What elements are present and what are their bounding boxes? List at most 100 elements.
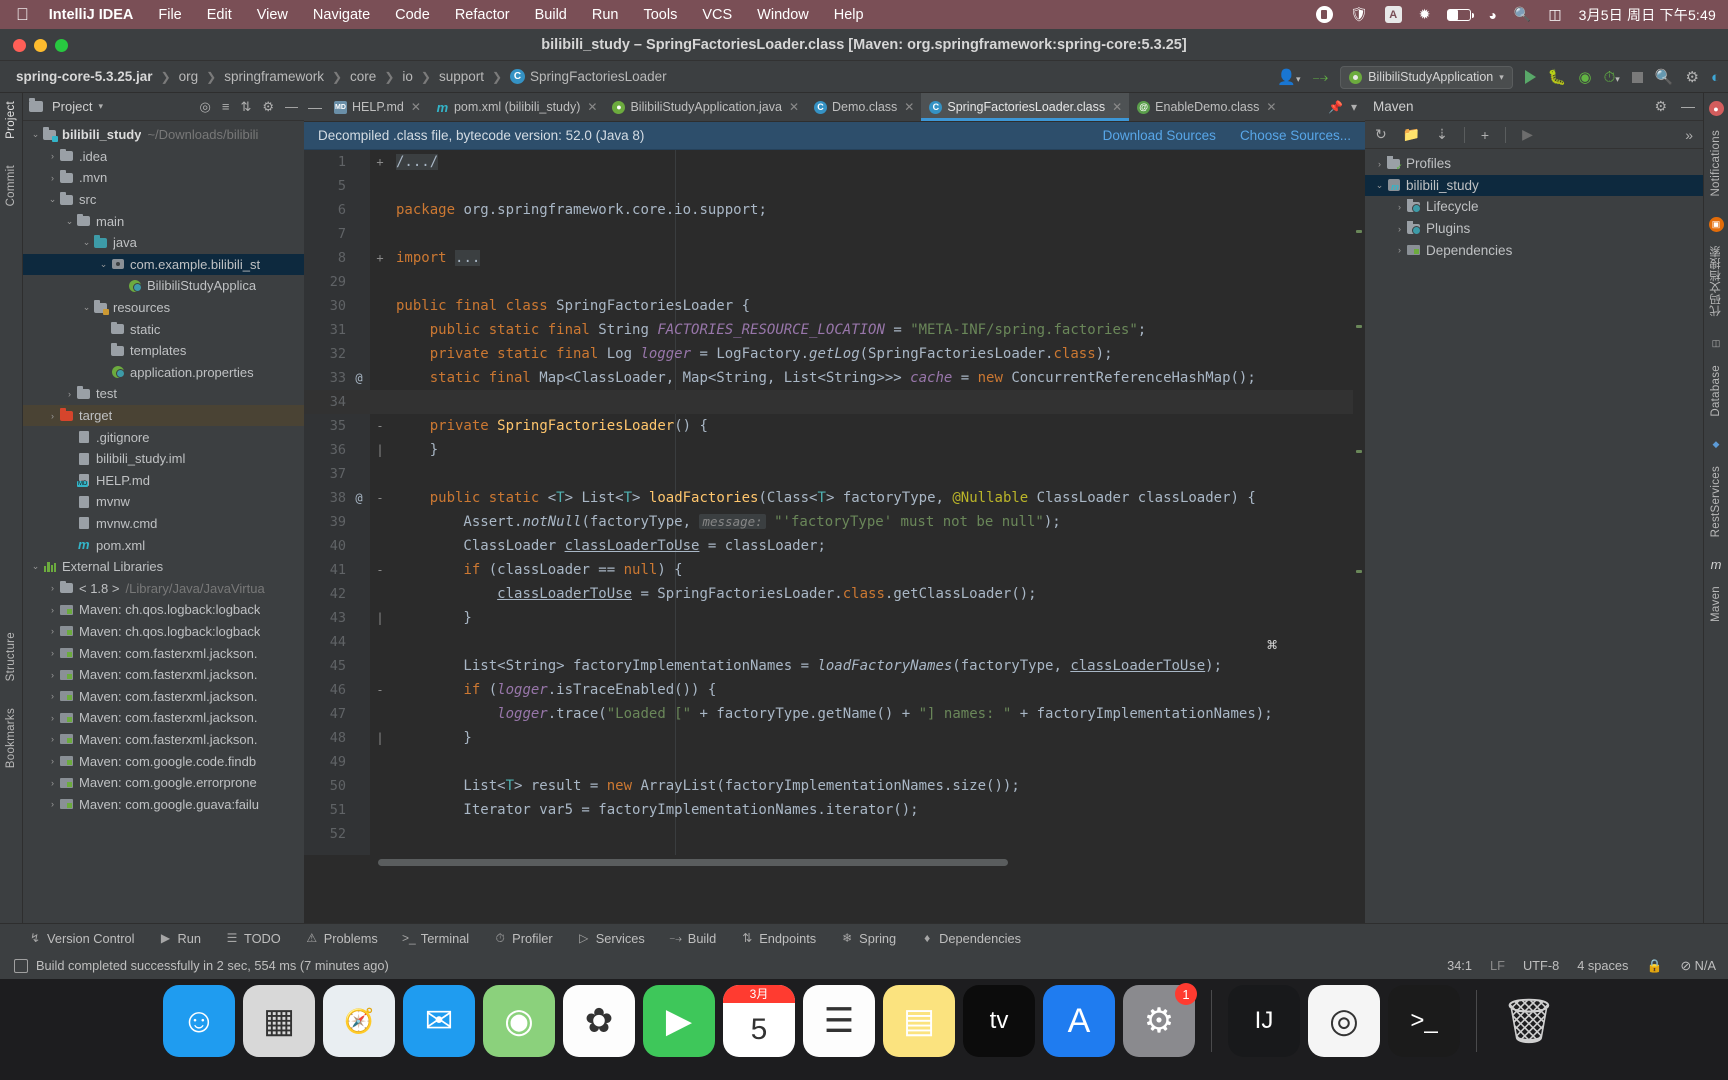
macos-clock[interactable]: 3月5日 周日 下午5:49: [1579, 5, 1716, 25]
gutter-annotation-icon[interactable]: [348, 774, 370, 798]
expand-arrow-icon[interactable]: ›: [46, 151, 59, 161]
dock-appletv-icon[interactable]: tv: [963, 985, 1035, 1057]
project-tree-item[interactable]: › Maven: ch.qos.logback:logback: [23, 621, 304, 643]
minimize-window-button[interactable]: [34, 38, 47, 52]
dock-photos-icon[interactable]: ✿: [563, 985, 635, 1057]
project-tree-item[interactable]: mvnw.cmd: [23, 513, 304, 535]
bottom-tool-run[interactable]: ▶ Run: [159, 931, 201, 946]
gutter-annotation-icon[interactable]: [348, 678, 370, 702]
code-fold-icon[interactable]: +: [370, 246, 390, 270]
gutter-annotation-icon[interactable]: [348, 342, 370, 366]
project-tree-item[interactable]: .gitignore: [23, 426, 304, 448]
profiler-icon[interactable]: ⏱▾: [1604, 69, 1620, 86]
gutter-annotation-icon[interactable]: [348, 606, 370, 630]
run-icon[interactable]: [1524, 70, 1536, 84]
code-fold-icon[interactable]: |: [370, 726, 390, 750]
settings-icon[interactable]: ⚙: [262, 99, 274, 115]
shield-icon[interactable]: 🛡: [1350, 6, 1368, 23]
gutter-annotation-icon[interactable]: [348, 390, 370, 414]
code-line[interactable]: 1 + /.../: [304, 150, 1365, 174]
code-fold-icon[interactable]: [370, 222, 390, 246]
bottom-tool-dependencies[interactable]: ♦ Dependencies: [920, 931, 1021, 946]
code-line[interactable]: 30 public final class SpringFactoriesLoad…: [304, 294, 1365, 318]
user-profile-icon[interactable]: 👤▾: [1277, 68, 1300, 86]
code-line[interactable]: 34: [304, 390, 1365, 414]
code-fold-icon[interactable]: -: [370, 414, 390, 438]
pin-icon[interactable]: 📌: [1328, 100, 1343, 114]
dock-trash-icon[interactable]: 🗑: [1493, 985, 1565, 1057]
run-configuration-selector[interactable]: BilibiliStudyApplication ▾: [1340, 65, 1513, 89]
sidebar-item-code-docs[interactable]: 代码文档搜索: [1708, 246, 1724, 317]
maven-tree-item[interactable]: › Lifecycle: [1365, 196, 1703, 218]
dock-mail-icon[interactable]: ✉: [403, 985, 475, 1057]
code-fold-icon[interactable]: [370, 630, 390, 654]
code-fold-icon[interactable]: [370, 462, 390, 486]
close-icon[interactable]: ✕: [587, 100, 597, 114]
code-fold-icon[interactable]: [370, 774, 390, 798]
gutter-annotation-icon[interactable]: [348, 318, 370, 342]
project-tree-item[interactable]: ⌄ bilibili_study ~/Downloads/bilibili: [23, 124, 304, 146]
expand-arrow-icon[interactable]: ›: [46, 626, 59, 636]
gutter-annotation-icon[interactable]: [348, 582, 370, 606]
editor-tab[interactable]: m pom.xml (bilibili_study) ✕: [428, 93, 605, 121]
encoding[interactable]: UTF-8: [1523, 958, 1559, 973]
horizontal-scrollbar[interactable]: [304, 855, 1365, 869]
gutter-annotation-icon[interactable]: [348, 798, 370, 822]
code-line[interactable]: 36 | }: [304, 438, 1365, 462]
close-icon[interactable]: ✕: [1266, 100, 1276, 114]
breadcrumb-item-0[interactable]: spring-core-5.3.25.jar: [16, 69, 153, 84]
expand-arrow-icon[interactable]: ⌄: [80, 237, 93, 248]
menu-window[interactable]: Window: [757, 7, 809, 23]
bluetooth-icon[interactable]: ✹: [1419, 6, 1431, 23]
code-line[interactable]: 41 - if (classLoader == null) {: [304, 558, 1365, 582]
project-tree-item[interactable]: MD HELP.md: [23, 470, 304, 492]
code-line[interactable]: 51 Iterator var5 = factoryImplementation…: [304, 798, 1365, 822]
code-fold-icon[interactable]: [370, 270, 390, 294]
expand-arrow-icon[interactable]: ›: [46, 713, 59, 723]
expand-arrow-icon[interactable]: ⌄: [63, 216, 76, 227]
maven-project-tree[interactable]: ›✓Profiles⌄bilibili_study›Lifecycle›Plug…: [1365, 149, 1703, 261]
bottom-tool-profiler[interactable]: ⏱ Profiler: [493, 931, 552, 946]
menu-edit[interactable]: Edit: [207, 7, 232, 23]
code-fold-icon[interactable]: [370, 342, 390, 366]
notifications-badge-icon[interactable]: ●: [1708, 101, 1724, 116]
expand-arrow-icon[interactable]: ›: [63, 389, 76, 399]
dock-settings-icon[interactable]: ⚙ 1: [1123, 983, 1197, 1057]
code-fold-icon[interactable]: [370, 534, 390, 558]
debug-icon[interactable]: 🐛: [1548, 68, 1567, 86]
code-line[interactable]: 40 ClassLoader classLoaderToUse = classL…: [304, 534, 1365, 558]
project-tree-item[interactable]: bilibili_study.iml: [23, 448, 304, 470]
code-content[interactable]: 1 + /.../ 5 6 package org.springframework.cor…: [304, 150, 1365, 869]
line-separator[interactable]: LF: [1490, 958, 1505, 973]
expand-arrow-icon[interactable]: ⌄: [29, 561, 42, 572]
project-tree-item[interactable]: › Maven: com.fasterxml.jackson.: [23, 729, 304, 751]
expand-arrow-icon[interactable]: ⌄: [1373, 180, 1386, 191]
dock-intellij-idea-icon[interactable]: IJ: [1228, 985, 1300, 1057]
sidebar-item-bookmarks[interactable]: Bookmarks: [5, 708, 17, 768]
maximize-window-button[interactable]: [55, 38, 68, 52]
dock-chrome-icon[interactable]: ◎: [1308, 985, 1380, 1057]
code-line[interactable]: 33 @ static final Map<ClassLoader, Map<St…: [304, 366, 1365, 390]
expand-arrow-icon[interactable]: ⌄: [29, 129, 42, 140]
bottom-tool-build[interactable]: ⤍ Build: [669, 931, 717, 946]
close-window-button[interactable]: [13, 38, 26, 52]
gutter-annotation-icon[interactable]: [348, 198, 370, 222]
code-fold-icon[interactable]: |: [370, 606, 390, 630]
code-line[interactable]: 32 private static final Log logger = Log…: [304, 342, 1365, 366]
code-fold-icon[interactable]: -: [370, 558, 390, 582]
breadcrumb-item-3[interactable]: core: [350, 69, 376, 84]
apple-icon[interactable]: : [16, 6, 29, 23]
gear-icon[interactable]: ⚙: [1654, 98, 1667, 115]
code-line[interactable]: 47 logger.trace("Loaded [" + factoryType…: [304, 702, 1365, 726]
dock-terminal-icon[interactable]: >_: [1388, 985, 1460, 1057]
project-tree-item[interactable]: static: [23, 318, 304, 340]
control-center-icon[interactable]: ◫: [1548, 6, 1561, 23]
more-icon[interactable]: »: [1685, 127, 1693, 143]
rest-services-icon[interactable]: ◆: [1709, 437, 1724, 452]
menu-file[interactable]: File: [158, 7, 181, 23]
gutter-annotation-icon[interactable]: @: [348, 486, 370, 510]
bottom-tool-spring[interactable]: ❄ Spring: [840, 931, 896, 946]
gear-icon[interactable]: ⚙: [1685, 68, 1698, 86]
maven-icon[interactable]: m: [1709, 557, 1724, 572]
sidebar-item-restservices[interactable]: RestServices: [1710, 466, 1722, 537]
